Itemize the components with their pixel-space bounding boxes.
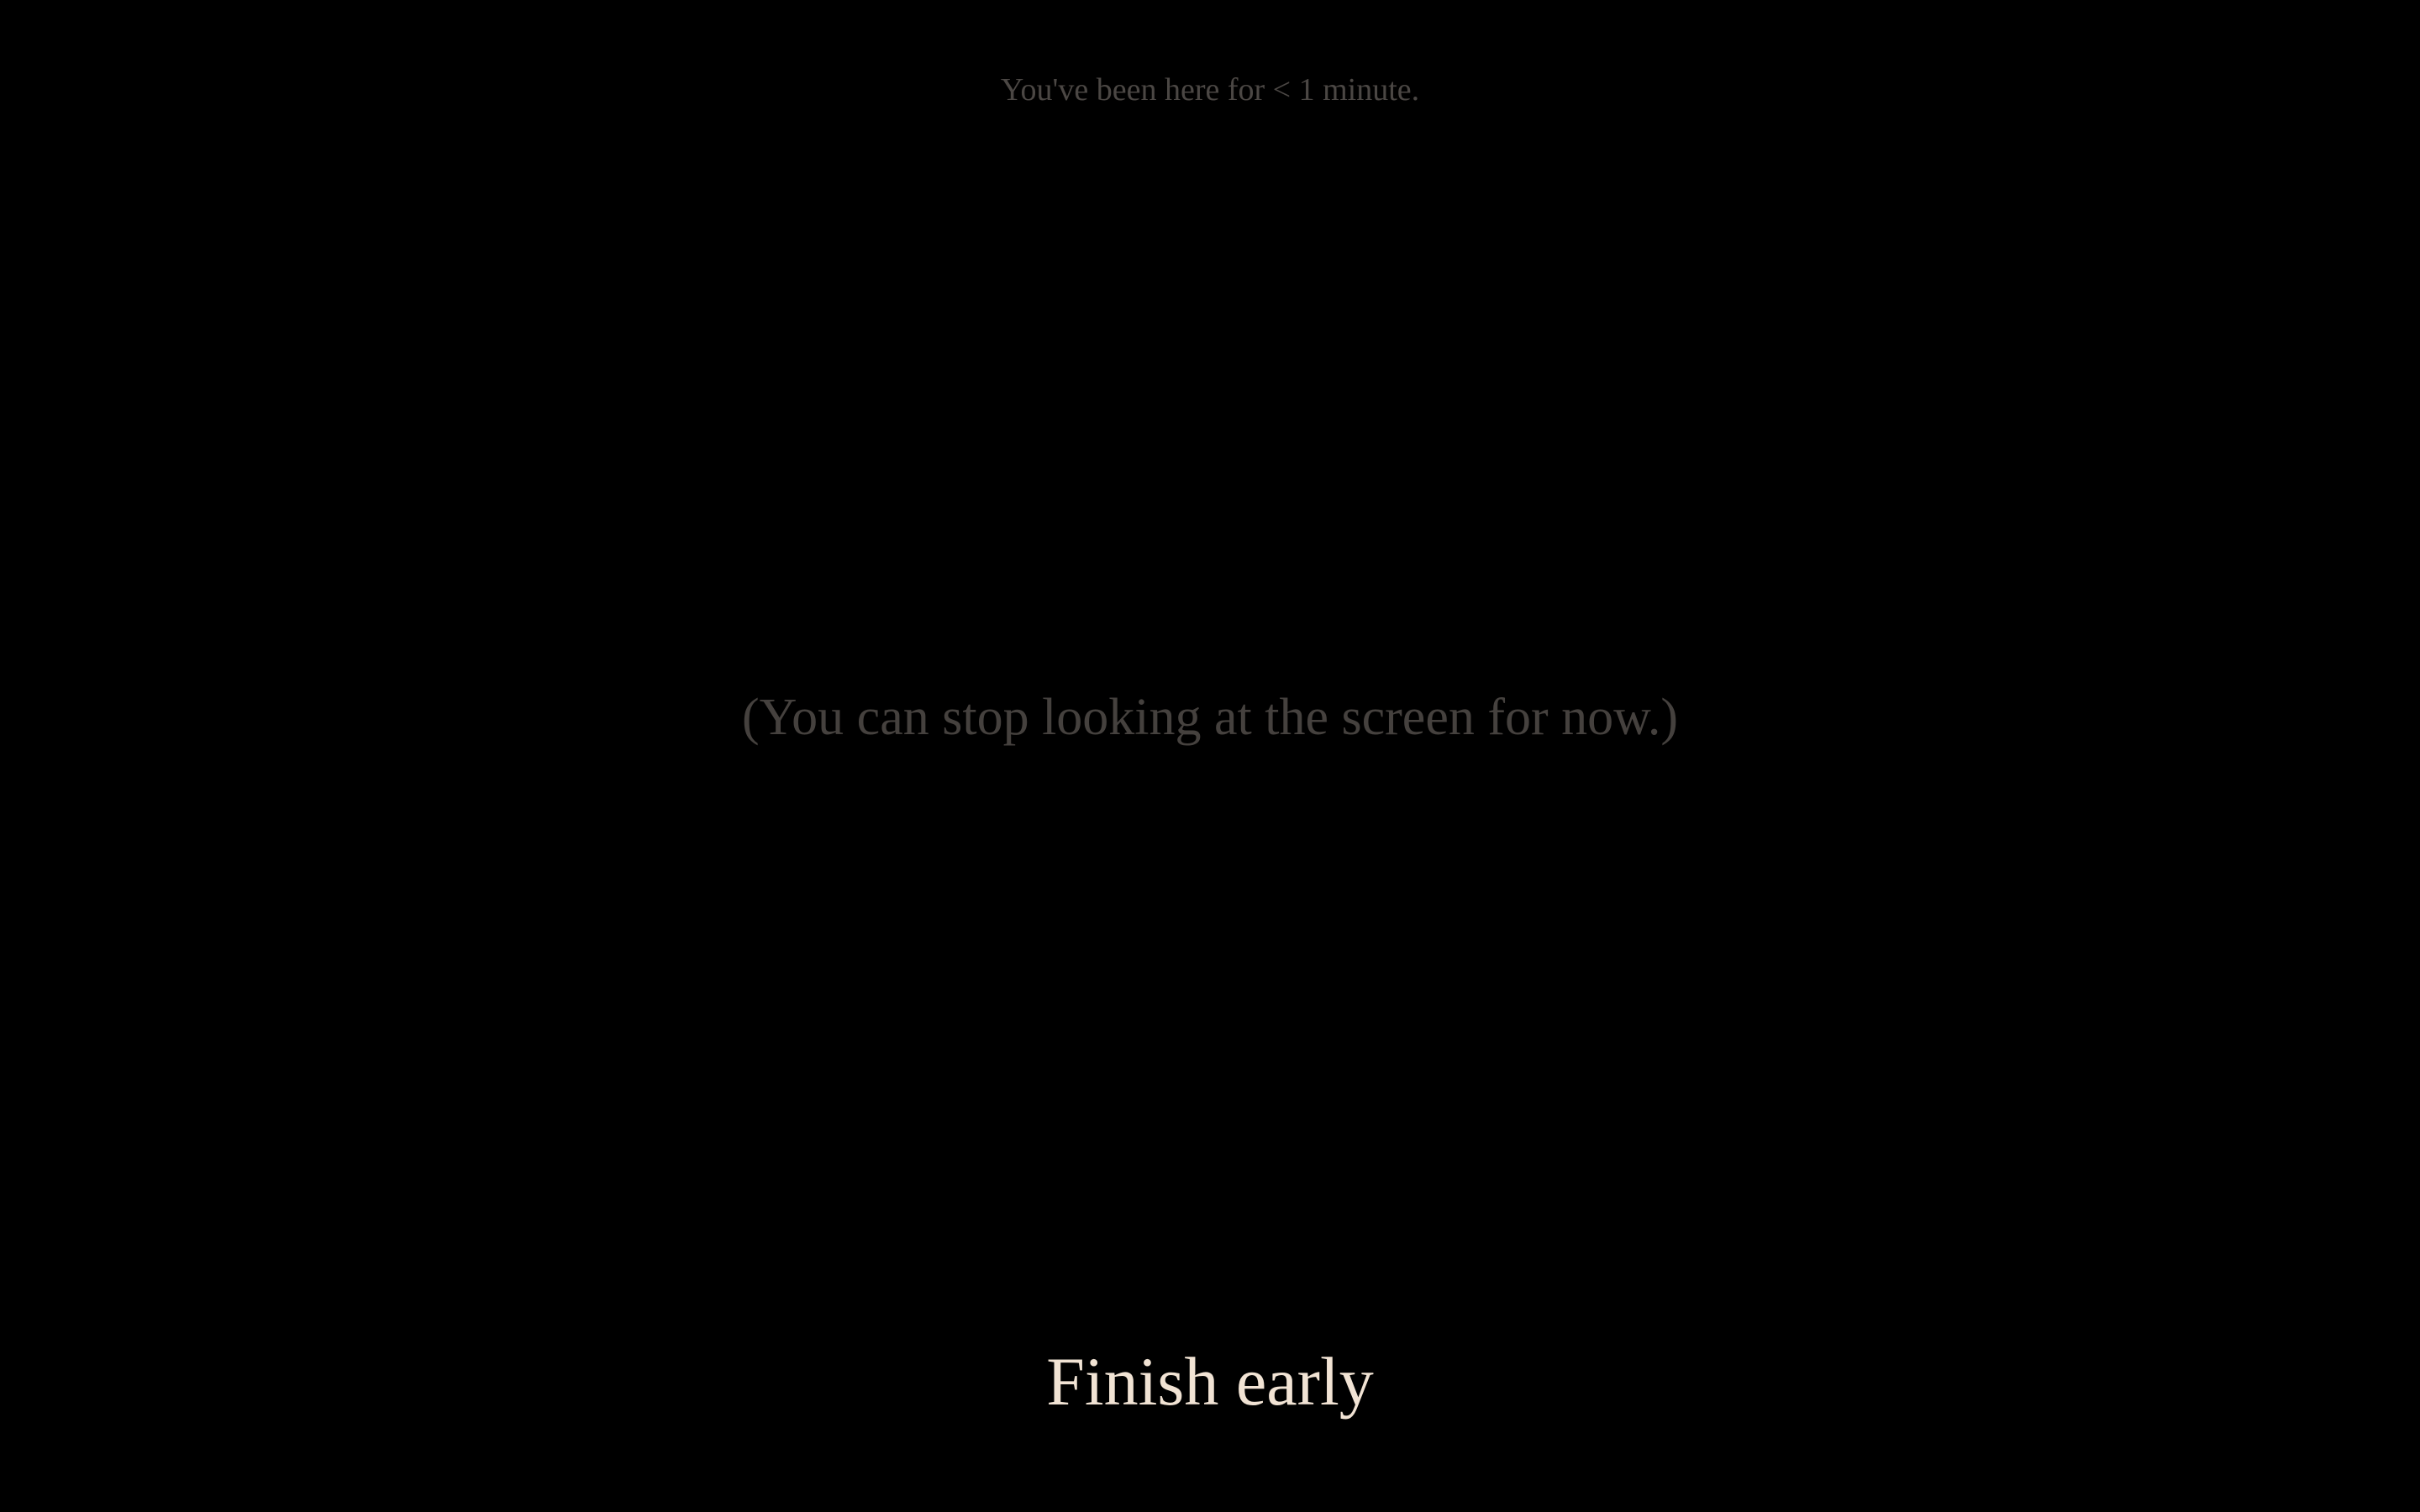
rest-message: (You can stop looking at the screen for … (741, 689, 1679, 746)
elapsed-time-text: You've been here for < 1 minute. (1000, 72, 1420, 108)
finish-early-button[interactable]: Finish early (958, 1336, 1462, 1428)
